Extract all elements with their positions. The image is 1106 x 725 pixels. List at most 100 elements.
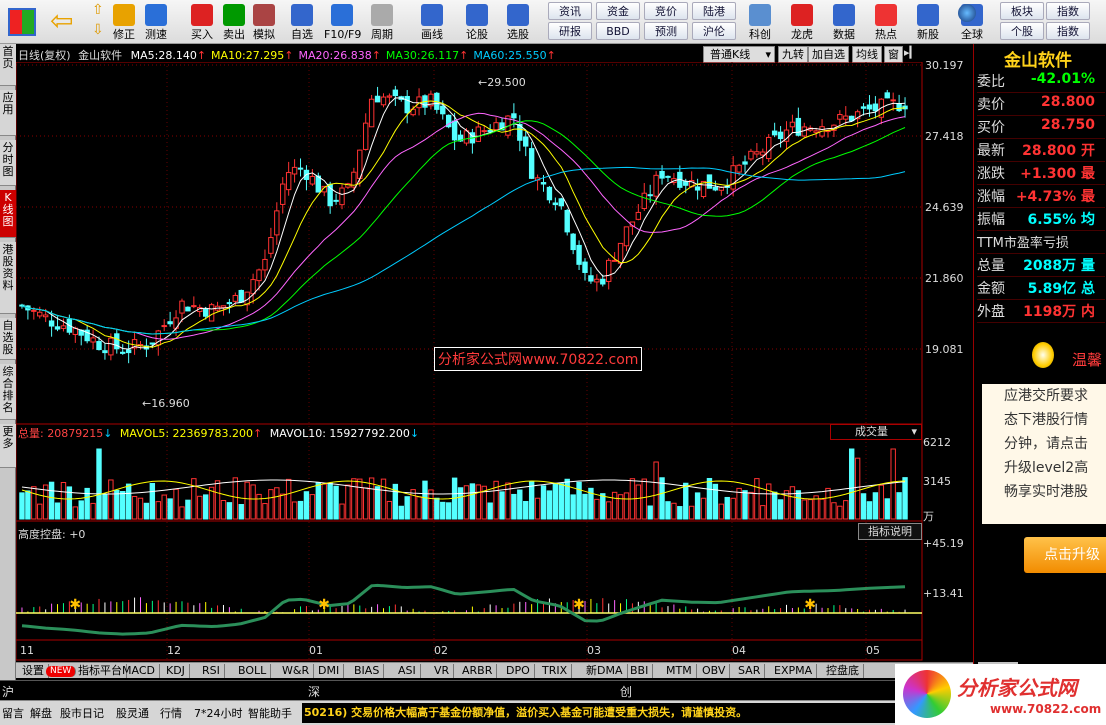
left-tab-0[interactable]: 首页 bbox=[0, 44, 16, 86]
toolbar-small-button-11[interactable]: 指数 bbox=[1046, 22, 1090, 40]
volume-bar bbox=[505, 482, 511, 520]
volume-bar bbox=[202, 494, 209, 520]
volume-bar bbox=[623, 492, 630, 520]
toolbar-button-14[interactable]: 热点 bbox=[868, 2, 904, 42]
market-sh[interactable]: 沪 bbox=[2, 683, 14, 700]
indicator-tab-17[interactable]: MTM bbox=[662, 664, 697, 678]
status-item-3[interactable]: 股灵通 bbox=[116, 705, 149, 721]
left-tab-7[interactable]: 更多 bbox=[0, 424, 16, 468]
candle-body bbox=[511, 113, 517, 119]
status-item-2[interactable]: 股市日记 bbox=[60, 705, 104, 721]
toolbar-small-button-7[interactable]: 沪伦 bbox=[692, 22, 736, 40]
chart-next-icon[interactable]: ▸▎ bbox=[904, 46, 918, 59]
chart-tab-3[interactable]: 窗 bbox=[884, 46, 903, 63]
volume-bar bbox=[226, 502, 233, 520]
kline-type-dropdown[interactable]: 普通K线 ▾ bbox=[703, 46, 775, 63]
indicator-tab-3[interactable]: MACD bbox=[118, 664, 160, 678]
indicator-tab-16[interactable]: BBI bbox=[626, 664, 654, 678]
indicator-tab-19[interactable]: SAR bbox=[734, 664, 766, 678]
status-item-4[interactable]: 行情 bbox=[160, 705, 182, 721]
indicator-tab-7[interactable]: W&R bbox=[278, 664, 315, 678]
toolbar-small-button-3[interactable]: 陆港 bbox=[692, 2, 736, 20]
volume-dropdown[interactable]: 成交量 ▾ bbox=[830, 424, 922, 440]
status-item-5[interactable]: 7*24小时 bbox=[194, 705, 243, 721]
indicator-tab-4[interactable]: KDJ bbox=[162, 664, 190, 678]
toolbar-button-7[interactable]: 周期 bbox=[364, 2, 400, 42]
candle-body bbox=[789, 121, 796, 128]
notice-title: 温馨 bbox=[1072, 351, 1103, 369]
toolbar-small-button-6[interactable]: 预测 bbox=[644, 22, 688, 40]
indicator-tab-6[interactable]: BOLL bbox=[234, 664, 272, 678]
candle-body bbox=[730, 165, 736, 190]
indicator-tab-0[interactable]: 设置 bbox=[18, 664, 49, 678]
candle-body bbox=[238, 289, 244, 303]
toolbar-button-10[interactable]: 选股 bbox=[500, 2, 536, 42]
status-item-1[interactable]: 解盘 bbox=[30, 705, 52, 721]
toolbar-button-6[interactable]: F10/F9 bbox=[324, 2, 361, 42]
quote-key-1: 卖价 bbox=[977, 97, 1005, 113]
indicator-tab-12[interactable]: ARBR bbox=[458, 664, 498, 678]
left-tab-5[interactable]: 自选股 bbox=[0, 318, 16, 360]
chart-tab-0[interactable]: 九转 bbox=[778, 46, 808, 63]
left-tab-4[interactable]: 港股资料 bbox=[0, 242, 16, 314]
indicator-tab-14[interactable]: TRIX bbox=[538, 664, 573, 678]
globe-icon[interactable] bbox=[958, 4, 976, 22]
upgrade-button[interactable]: 点击升级 bbox=[1024, 537, 1106, 573]
indicator-tab-13[interactable]: DPO bbox=[502, 664, 535, 678]
indicator-tab-5[interactable]: RSI bbox=[198, 664, 225, 678]
toolbar-label-15: 新股 bbox=[917, 28, 939, 41]
toolbar-button-15[interactable]: 新股 bbox=[910, 2, 946, 42]
toolbar-button-11[interactable]: 科创 bbox=[742, 2, 778, 42]
news-ticker[interactable]: 50216) 交易价格大幅高于基金份额净值，溢价买入基金可能遭受重大损失，请谨慎… bbox=[302, 703, 900, 723]
status-item-6[interactable]: 智能助手 bbox=[248, 705, 292, 721]
indicator-tab-20[interactable]: EXPMA bbox=[770, 664, 818, 678]
indicator-tab-1[interactable]: NEW bbox=[46, 666, 77, 677]
indicator-tab-11[interactable]: VR bbox=[430, 664, 455, 678]
quote-value-9: 5.89亿 总 bbox=[1027, 281, 1095, 297]
down-arrow-icon[interactable]: ⇩ bbox=[92, 22, 104, 38]
toolbar-small-button-5[interactable]: BBD bbox=[596, 22, 640, 40]
market-sz[interactable]: 深 bbox=[308, 683, 320, 700]
indicator-explain-button[interactable]: 指标说明 bbox=[858, 523, 922, 540]
indicator-tab-10[interactable]: ASI bbox=[394, 664, 421, 678]
toolbar-small-button-2[interactable]: 竞价 bbox=[644, 2, 688, 20]
toolbar-small-button-0[interactable]: 资讯 bbox=[548, 2, 592, 20]
toolbar-small-button-4[interactable]: 研报 bbox=[548, 22, 592, 40]
candle-body bbox=[748, 150, 754, 160]
status-item-0[interactable]: 留言 bbox=[2, 705, 24, 721]
indicator-tab-21[interactable]: 控盘底 bbox=[822, 664, 864, 678]
left-tab-3[interactable]: K线图 bbox=[0, 190, 16, 238]
indicator-tab-15[interactable]: 新DMA bbox=[582, 664, 628, 678]
volume-bar bbox=[582, 493, 588, 520]
toolbar-button-4[interactable]: 模拟 bbox=[246, 2, 282, 42]
toolbar-button-1[interactable]: 测速 bbox=[138, 2, 174, 42]
quote-key-10: 外盘 bbox=[977, 304, 1005, 320]
candle-body bbox=[262, 258, 268, 271]
toolbar-small-button-8[interactable]: 板块 bbox=[1000, 2, 1044, 20]
chart-tab-2[interactable]: 均线 bbox=[852, 46, 882, 63]
left-tab-2[interactable]: 分时图 bbox=[0, 140, 16, 186]
market-cy[interactable]: 创 bbox=[620, 683, 632, 700]
indicator-tab-9[interactable]: BIAS bbox=[350, 664, 385, 678]
quote-row-6: 振幅 6.55% 均 bbox=[977, 209, 1105, 232]
volume-bar bbox=[831, 502, 837, 520]
toolbar-small-button-10[interactable]: 个股 bbox=[1000, 22, 1044, 40]
up-arrow-icon[interactable]: ⇧ bbox=[92, 2, 104, 18]
toolbar-small-button-9[interactable]: 指数 bbox=[1046, 2, 1090, 20]
toolbar-button-2[interactable]: 买入 bbox=[184, 2, 220, 42]
chart-tab-1[interactable]: 加自选 bbox=[808, 46, 849, 63]
candle-body bbox=[659, 170, 665, 179]
toolbar-button-12[interactable]: 龙虎 bbox=[784, 2, 820, 42]
toolbar-small-button-1[interactable]: 资金 bbox=[596, 2, 640, 20]
left-tab-6[interactable]: 综合排名 bbox=[0, 364, 16, 420]
toolbar-button-8[interactable]: 画线 bbox=[414, 2, 450, 42]
indicator-tab-8[interactable]: DMI bbox=[314, 664, 345, 678]
indicator-tab-18[interactable]: OBV bbox=[698, 664, 731, 678]
back-arrow-icon[interactable]: ⇦ bbox=[50, 6, 80, 36]
month-tick-2: 01 bbox=[309, 644, 323, 657]
toolbar-button-13[interactable]: 数据 bbox=[826, 2, 862, 42]
toolbar-button-5[interactable]: 自选 bbox=[284, 2, 320, 42]
toolbar-button-0[interactable]: 修正 bbox=[106, 2, 142, 42]
left-tab-1[interactable]: 应用 bbox=[0, 90, 16, 136]
toolbar-button-9[interactable]: 论股 bbox=[459, 2, 495, 42]
